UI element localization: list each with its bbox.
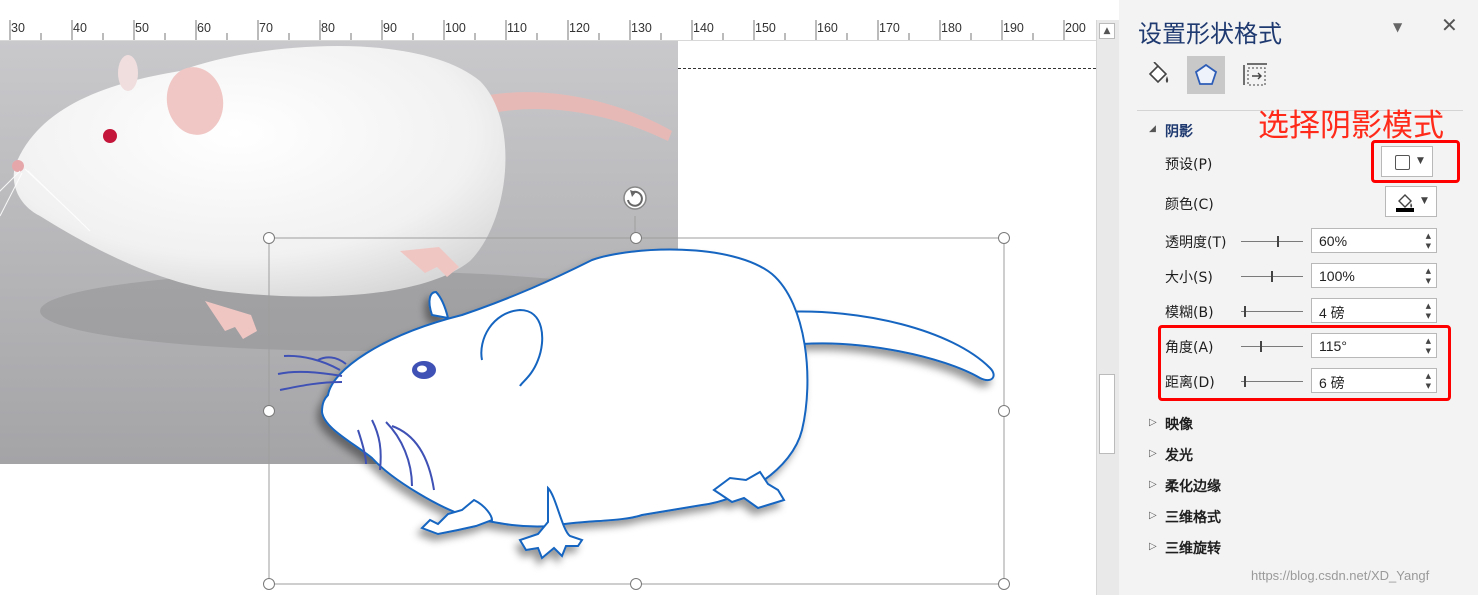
ruler-label: 40: [73, 21, 87, 35]
ruler-label: 120: [569, 21, 590, 35]
tab-size-properties[interactable]: [1236, 56, 1274, 94]
ruler-label: 170: [879, 21, 900, 35]
ruler-label: 90: [383, 21, 397, 35]
shadow-preset-label: 预设(P): [1165, 157, 1213, 173]
section-shadow-header[interactable]: 阴影: [1165, 121, 1193, 141]
size-layout-icon: [1243, 63, 1267, 86]
annotation-text: 选择阴影模式: [1258, 108, 1444, 144]
ruler-label: 80: [321, 21, 335, 35]
vertical-scrollbar[interactable]: ▲: [1096, 20, 1119, 595]
spinner-arrows-icon[interactable]: ▲ ▼: [1426, 301, 1431, 321]
pane-options-dropdown-icon[interactable]: ▼: [1393, 20, 1402, 34]
ruler-label: 60: [197, 21, 211, 35]
ruler-label: 70: [259, 21, 273, 35]
spinner-arrows-icon[interactable]: ▲ ▼: [1426, 231, 1431, 251]
resize-handle-top-right[interactable]: [998, 232, 1010, 244]
section-3d-rotation[interactable]: 三维旋转: [1165, 538, 1221, 558]
section-glow[interactable]: 发光: [1165, 445, 1193, 465]
highlight-box-preset: [1371, 140, 1460, 183]
ruler-label: 50: [135, 21, 149, 35]
resize-handle-bottom-left[interactable]: [263, 578, 275, 590]
collapse-triangle-icon[interactable]: ◢: [1149, 124, 1156, 134]
ruler-label: 130: [631, 21, 652, 35]
pane-title: 设置形状格式: [1138, 20, 1282, 48]
spinner-arrows-icon[interactable]: ▲ ▼: [1426, 266, 1431, 286]
watermark: https://blog.csdn.net/XD_Yangf: [1251, 568, 1430, 583]
ruler-label: 30: [11, 21, 25, 35]
resize-handle-top[interactable]: [630, 232, 642, 244]
chevron-down-icon: ▼: [1421, 196, 1428, 206]
ruler-label: 150: [755, 21, 776, 35]
format-shape-pane: 设置形状格式 ▼ ✕ ◢ 阴影 预设(P) ▼ 颜色(C) ▼ 透明度(T) 6…: [1123, 0, 1478, 595]
transparency-spinner[interactable]: 60% ▲ ▼: [1311, 228, 1437, 253]
ruler-label: 200: [1065, 21, 1086, 35]
blur-spinner[interactable]: 4 磅 ▲ ▼: [1311, 298, 1437, 323]
tab-effects[interactable]: [1187, 56, 1225, 94]
ruler-label: 100: [445, 21, 466, 35]
transparency-value: 60%: [1319, 233, 1348, 249]
ruler-label: 190: [1003, 21, 1024, 35]
section-soft-edges[interactable]: 柔化边缘: [1165, 476, 1221, 496]
document-canvas[interactable]: 30 40 50 60 70 80 90 100 110 120 130 140…: [0, 0, 1096, 595]
transparency-label: 透明度(T): [1165, 235, 1227, 251]
expand-triangle-icon[interactable]: ▷: [1149, 448, 1157, 459]
scroll-up-icon[interactable]: ▲: [1099, 23, 1115, 39]
shadow-color-label: 颜色(C): [1165, 197, 1214, 213]
blur-slider[interactable]: [1241, 306, 1303, 317]
section-reflection[interactable]: 映像: [1165, 414, 1193, 434]
shadow-color-dropdown[interactable]: ▼: [1385, 186, 1437, 217]
pentagon-icon: [1194, 63, 1218, 85]
slider-thumb[interactable]: [1244, 306, 1246, 317]
size-slider[interactable]: [1241, 271, 1303, 282]
expand-triangle-icon[interactable]: ▷: [1149, 541, 1157, 552]
close-icon[interactable]: ✕: [1441, 13, 1458, 37]
page-margin-guide: [678, 68, 1096, 69]
slider-thumb[interactable]: [1277, 236, 1279, 247]
ruler-label: 110: [507, 21, 527, 35]
resize-handle-bottom-right[interactable]: [998, 578, 1010, 590]
size-label: 大小(S): [1165, 270, 1213, 286]
ruler-ticks: [9, 20, 1065, 40]
scroll-thumb[interactable]: [1099, 374, 1115, 454]
transparency-slider[interactable]: [1241, 236, 1303, 247]
rat-outline-shape[interactable]: [262, 180, 1022, 595]
blur-value: 4 磅: [1319, 305, 1345, 321]
section-3d-format[interactable]: 三维格式: [1165, 507, 1221, 527]
resize-handle-top-left[interactable]: [263, 232, 275, 244]
rotate-handle-icon[interactable]: [623, 186, 647, 210]
ruler-label: 140: [693, 21, 714, 35]
horizontal-ruler[interactable]: 30 40 50 60 70 80 90 100 110 120 130 140…: [0, 0, 1096, 41]
paint-bucket-icon: [1148, 62, 1169, 84]
expand-triangle-icon[interactable]: ▷: [1149, 479, 1157, 490]
ruler-label: 160: [817, 21, 838, 35]
tab-pointer: [1200, 103, 1214, 110]
ruler-label: 180: [941, 21, 962, 35]
expand-triangle-icon[interactable]: ▷: [1149, 510, 1157, 521]
paint-bucket-icon: [1396, 194, 1414, 212]
size-value: 100%: [1319, 268, 1355, 284]
highlight-box-angle-distance: [1158, 325, 1451, 401]
resize-handle-left[interactable]: [263, 405, 275, 417]
expand-triangle-icon[interactable]: ▷: [1149, 417, 1157, 428]
size-spinner[interactable]: 100% ▲ ▼: [1311, 263, 1437, 288]
resize-handle-right[interactable]: [998, 405, 1010, 417]
slider-thumb[interactable]: [1271, 271, 1273, 282]
tab-fill-line[interactable]: [1139, 56, 1177, 94]
resize-handle-bottom[interactable]: [630, 578, 642, 590]
blur-label: 模糊(B): [1165, 305, 1214, 321]
